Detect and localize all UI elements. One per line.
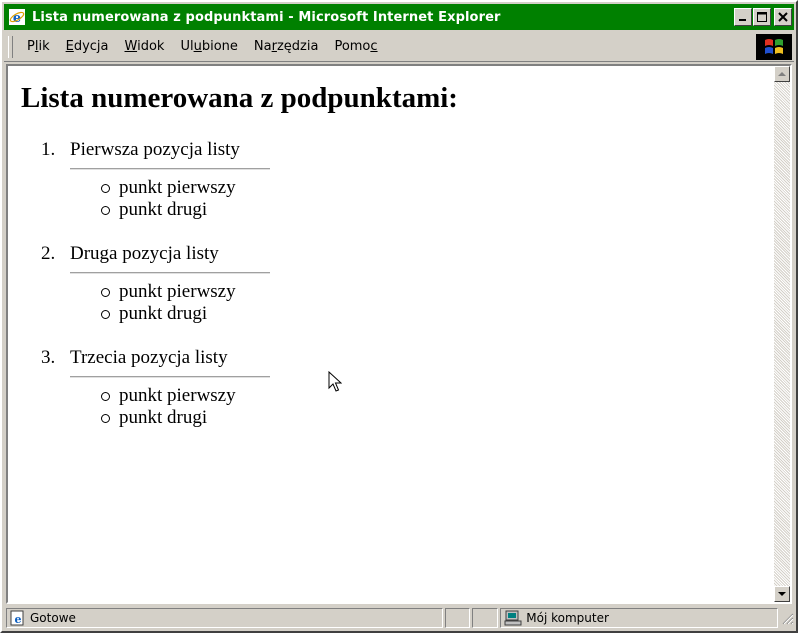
sub-list-item: punkt drugi [101, 199, 207, 221]
list-item-number: 1. [41, 139, 56, 160]
menu-narzedzia[interactable]: Narzędzia [246, 39, 327, 54]
title-bar[interactable]: e Lista numerowana z podpunktami - Micro… [4, 4, 794, 30]
sub-item-text: punkt pierwszy [119, 281, 236, 302]
page-heading: Lista numerowana z podpunktami: [21, 82, 458, 114]
list-item-label: Pierwsza pozycja listy [70, 139, 240, 160]
scroll-up-button[interactable] [774, 66, 790, 82]
sub-item-text: punkt drugi [119, 199, 208, 220]
web-page: Lista numerowana z podpunktami: 1. Pierw… [8, 66, 774, 602]
sub-list-item: punkt drugi [101, 303, 207, 325]
vertical-scrollbar[interactable] [774, 66, 790, 602]
close-icon [778, 12, 788, 22]
minimize-button[interactable] [734, 8, 752, 26]
sub-item-text: punkt drugi [119, 303, 208, 324]
horizontal-rule [70, 272, 270, 274]
menu-pomoc[interactable]: Pomoc [326, 39, 385, 54]
status-zone-pane: Mój komputer [500, 608, 779, 628]
menu-edycja[interactable]: Edycja [58, 39, 117, 54]
sub-item-text: punkt pierwszy [119, 177, 236, 198]
toolbar-grip[interactable] [8, 35, 13, 58]
list-item-number: 2. [41, 243, 56, 264]
circle-bullet-icon [101, 413, 110, 423]
ie-logo-icon[interactable]: e [8, 8, 26, 26]
close-button[interactable] [774, 8, 792, 26]
sub-item-text: punkt drugi [119, 407, 208, 428]
zone-text: Mój komputer [526, 611, 609, 625]
sub-list-item: punkt pierwszy [101, 177, 236, 199]
arrow-down-icon [778, 592, 786, 596]
list-item-label: Trzecia pozycja listy [70, 347, 228, 368]
status-bar: e Gotowe Mój komputer [4, 606, 794, 630]
content-frame: Lista numerowana z podpunktami: 1. Pierw… [6, 64, 792, 604]
horizontal-rule [70, 376, 270, 378]
resize-grip-icon[interactable] [780, 611, 794, 625]
ie-window: e Lista numerowana z podpunktami - Micro… [0, 0, 798, 633]
arrow-up-icon [778, 72, 786, 76]
page-done-icon: e [10, 610, 26, 626]
window-controls [733, 8, 792, 26]
mouse-pointer-icon [328, 371, 342, 392]
circle-bullet-icon [101, 287, 110, 297]
svg-text:e: e [15, 613, 22, 626]
horizontal-rule [70, 168, 270, 170]
minimize-icon [739, 19, 746, 21]
status-progress-pane [444, 608, 471, 628]
windows-logo-throbber [756, 34, 792, 60]
status-main-pane: e Gotowe [6, 608, 443, 628]
maximize-icon [757, 12, 767, 22]
circle-bullet-icon [101, 205, 110, 215]
circle-bullet-icon [101, 391, 110, 401]
list-item-number: 3. [41, 347, 56, 368]
status-security-pane [472, 608, 499, 628]
circle-bullet-icon [101, 309, 110, 319]
menu-ulubione[interactable]: Ulubione [172, 39, 245, 54]
scroll-down-button[interactable] [774, 586, 790, 602]
sub-list-item: punkt pierwszy [101, 385, 236, 407]
windows-logo-icon [765, 39, 783, 54]
status-text: Gotowe [30, 611, 76, 625]
sub-list-item: punkt pierwszy [101, 281, 236, 303]
window-title: Lista numerowana z podpunktami - Microso… [32, 9, 501, 25]
menu-plik[interactable]: Plik [19, 39, 58, 54]
menu-widok[interactable]: Widok [117, 39, 173, 54]
my-computer-icon [504, 610, 522, 626]
menu-bar: Plik Edycja Widok Ulubione Narzędzia Pom… [4, 32, 794, 62]
sub-item-text: punkt pierwszy [119, 385, 236, 406]
maximize-button[interactable] [753, 8, 771, 26]
list-item-label: Druga pozycja listy [70, 243, 219, 264]
circle-bullet-icon [101, 183, 110, 193]
sub-list-item: punkt drugi [101, 407, 207, 429]
